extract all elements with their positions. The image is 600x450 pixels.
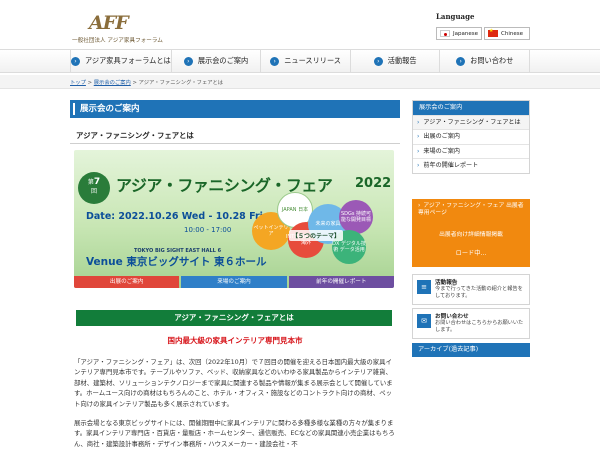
last-year-report-button[interactable]: 前年の開催レポート xyxy=(288,276,394,288)
site-logo[interactable]: AFF 一般社団法人 アジア家具フォーラム xyxy=(72,12,172,44)
sidebar-menu: 展示会のご案内 › アジア・ファニシング・フェアとは › 出展のご案内 › 来場… xyxy=(412,100,530,174)
language-title: Language xyxy=(436,12,475,21)
nav-item-label: 展示会のご案内 xyxy=(197,56,249,65)
chevron-right-icon: › xyxy=(417,133,420,141)
logo-subtitle: 一般社団法人 アジア家具フォーラム xyxy=(72,38,163,44)
nav-item-news[interactable]: › ニュースリリース xyxy=(260,50,350,72)
logo-mark: AFF xyxy=(89,12,129,34)
sidebar-item-label: 来場のご案内 xyxy=(423,147,460,155)
card-text: お問い合わせはこちらからお願いいたします。 xyxy=(435,320,524,333)
edition-number: 7 xyxy=(93,177,101,187)
arrow-right-icon: › xyxy=(183,56,193,66)
global-nav: › アジア家具フォーラムとは › 展示会のご案内 › ニュースリリース › 活動… xyxy=(0,49,600,73)
arrow-right-icon: › xyxy=(456,56,466,66)
activity-report-card[interactable]: ≡ 活動報告 今まで行ってきた活動の紹介と報告をしております。 xyxy=(412,274,530,305)
nav-item-label: 活動報告 xyxy=(387,56,417,65)
card-title: 活動報告 xyxy=(435,280,458,286)
nav-item-activity[interactable]: › 活動報告 xyxy=(349,50,440,72)
language-chinese-button[interactable]: Chinese xyxy=(484,27,530,40)
theme-bubble-sdgs: SDGs 持続可能な開発目標 xyxy=(339,200,373,234)
banner-venue: Venue 東京ビッグサイト 東６ホール xyxy=(86,256,267,268)
arrow-right-icon: › xyxy=(71,56,80,66)
breadcrumb-parent-link[interactable]: 展示会のご案内 xyxy=(94,80,131,86)
sidebar-head[interactable]: 展示会のご案内 xyxy=(413,101,529,115)
intro-paragraph: 「アジア・ファニシング・フェア」は、次回（2022年10月）で７回目の開催を迎え… xyxy=(74,358,393,408)
language-chinese-label: Chinese xyxy=(501,30,523,37)
section-title: アジア・ファニシング・フェアとは xyxy=(70,128,400,144)
arrow-right-icon: › xyxy=(373,56,383,66)
exhibitor-page-loading: ロード中... xyxy=(455,250,487,257)
sidebar-item-visitor[interactable]: › 来場のご案内 xyxy=(413,143,529,158)
exhibitor-page-title: › アジア・ファニシング・フェア 出展者専用ページ xyxy=(418,203,524,217)
banner-year: 2022 xyxy=(355,176,392,191)
breadcrumb: トップ > 展示会のご案内 > アジア・ファニシング・フェアとは xyxy=(70,78,223,86)
fair-subheading: 国内最大級の家具インテリア専門見本市 xyxy=(167,336,303,345)
language-japanese-button[interactable]: Japanese xyxy=(436,27,482,40)
banner-buttons: 出展のご案内 来場のご案内 前年の開催レポート xyxy=(74,276,394,288)
nav-item-exhibition[interactable]: › 展示会のご案内 xyxy=(170,50,261,72)
japan-flag-icon xyxy=(440,30,450,37)
arrow-right-icon: › xyxy=(270,56,280,66)
page-title: 展示会のご案内 xyxy=(70,100,400,118)
breadcrumb-separator: > xyxy=(85,80,94,86)
breadcrumb-home-link[interactable]: トップ xyxy=(70,80,86,86)
chevron-right-icon: › xyxy=(417,162,420,170)
edition-badge: 第7 回 xyxy=(78,172,110,204)
nav-item-contact[interactable]: › お問い合わせ xyxy=(439,50,530,72)
breadcrumb-current: アジア・ファニシング・フェアとは xyxy=(138,80,224,86)
nav-item-label: ニュースリリース xyxy=(284,56,341,65)
banner-time: 10:00 - 17:00 xyxy=(184,226,232,234)
card-text: 今まで行ってきた活動の紹介と報告をしております。 xyxy=(435,286,523,299)
mail-icon: ✉ xyxy=(417,314,431,328)
document-icon: ≡ xyxy=(417,280,431,294)
chevron-right-icon: › xyxy=(417,119,420,126)
banner-theme-label: 【５つのテーマ】 xyxy=(289,230,344,241)
banner-date: Date: 2022.10.26 Wed - 10.28 Fri xyxy=(86,211,263,222)
sidebar-item-about-fair[interactable]: › アジア・ファニシング・フェアとは xyxy=(413,115,529,130)
sidebar-item-last-year[interactable]: › 前年の開催レポート xyxy=(413,158,529,172)
sidebar-item-label: アジア・ファニシング・フェアとは xyxy=(423,119,521,126)
breadcrumb-separator: > xyxy=(130,80,139,86)
sidebar-item-label: 前年の開催レポート xyxy=(423,162,479,170)
chevron-right-icon: › xyxy=(417,147,420,155)
language-japanese-label: Japanese xyxy=(453,30,478,37)
nav-item-label: アジア家具フォーラムとは xyxy=(85,56,171,65)
venue-paragraph: 展示会場となる東京ビッグサイトには、開催期間中に家具インテリアに関わる多種多様な… xyxy=(74,419,395,448)
china-flag-icon xyxy=(488,28,498,37)
nav-item-label: お問い合わせ xyxy=(470,56,514,65)
sidebar-item-exhibitor[interactable]: › 出展のご案内 xyxy=(413,129,529,143)
breadcrumb-bar: トップ > 展示会のご案内 > アジア・ファニシング・フェアとは xyxy=(0,75,600,89)
chevron-right-icon: › xyxy=(418,203,421,209)
contact-card[interactable]: ✉ お問い合わせ お問い合わせはこちらからお願いいたします。 xyxy=(412,308,530,339)
edition-suffix: 回 xyxy=(90,188,97,195)
nav-item-about[interactable]: › アジア家具フォーラムとは xyxy=(70,50,171,72)
archive-link[interactable]: アーカイブ(過去記事) xyxy=(412,343,530,357)
visitor-info-button[interactable]: 来場のご案内 xyxy=(181,276,287,288)
exhibitor-info-button[interactable]: 出展のご案内 xyxy=(74,276,180,288)
exhibitor-page-banner[interactable]: › アジア・ファニシング・フェア 出展者専用ページ 出展者向け詳細情報掲載 ロード… xyxy=(412,199,530,267)
card-title: お問い合わせ xyxy=(435,314,469,320)
sidebar-item-label: 出展のご案内 xyxy=(423,133,460,141)
language-switcher: Language Japanese Chinese xyxy=(436,12,536,40)
exhibitor-page-title-text: アジア・ファニシング・フェア 出展者専用ページ xyxy=(418,203,524,216)
exhibitor-page-subtitle: 出展者向け詳細情報掲載 xyxy=(439,232,503,238)
fair-heading: アジア・ファニシング・フェアとは xyxy=(76,310,392,326)
fair-banner[interactable]: 第7 回 アジア・ファニシング・フェア 2022 Date: 2022.10.26… xyxy=(74,150,394,288)
